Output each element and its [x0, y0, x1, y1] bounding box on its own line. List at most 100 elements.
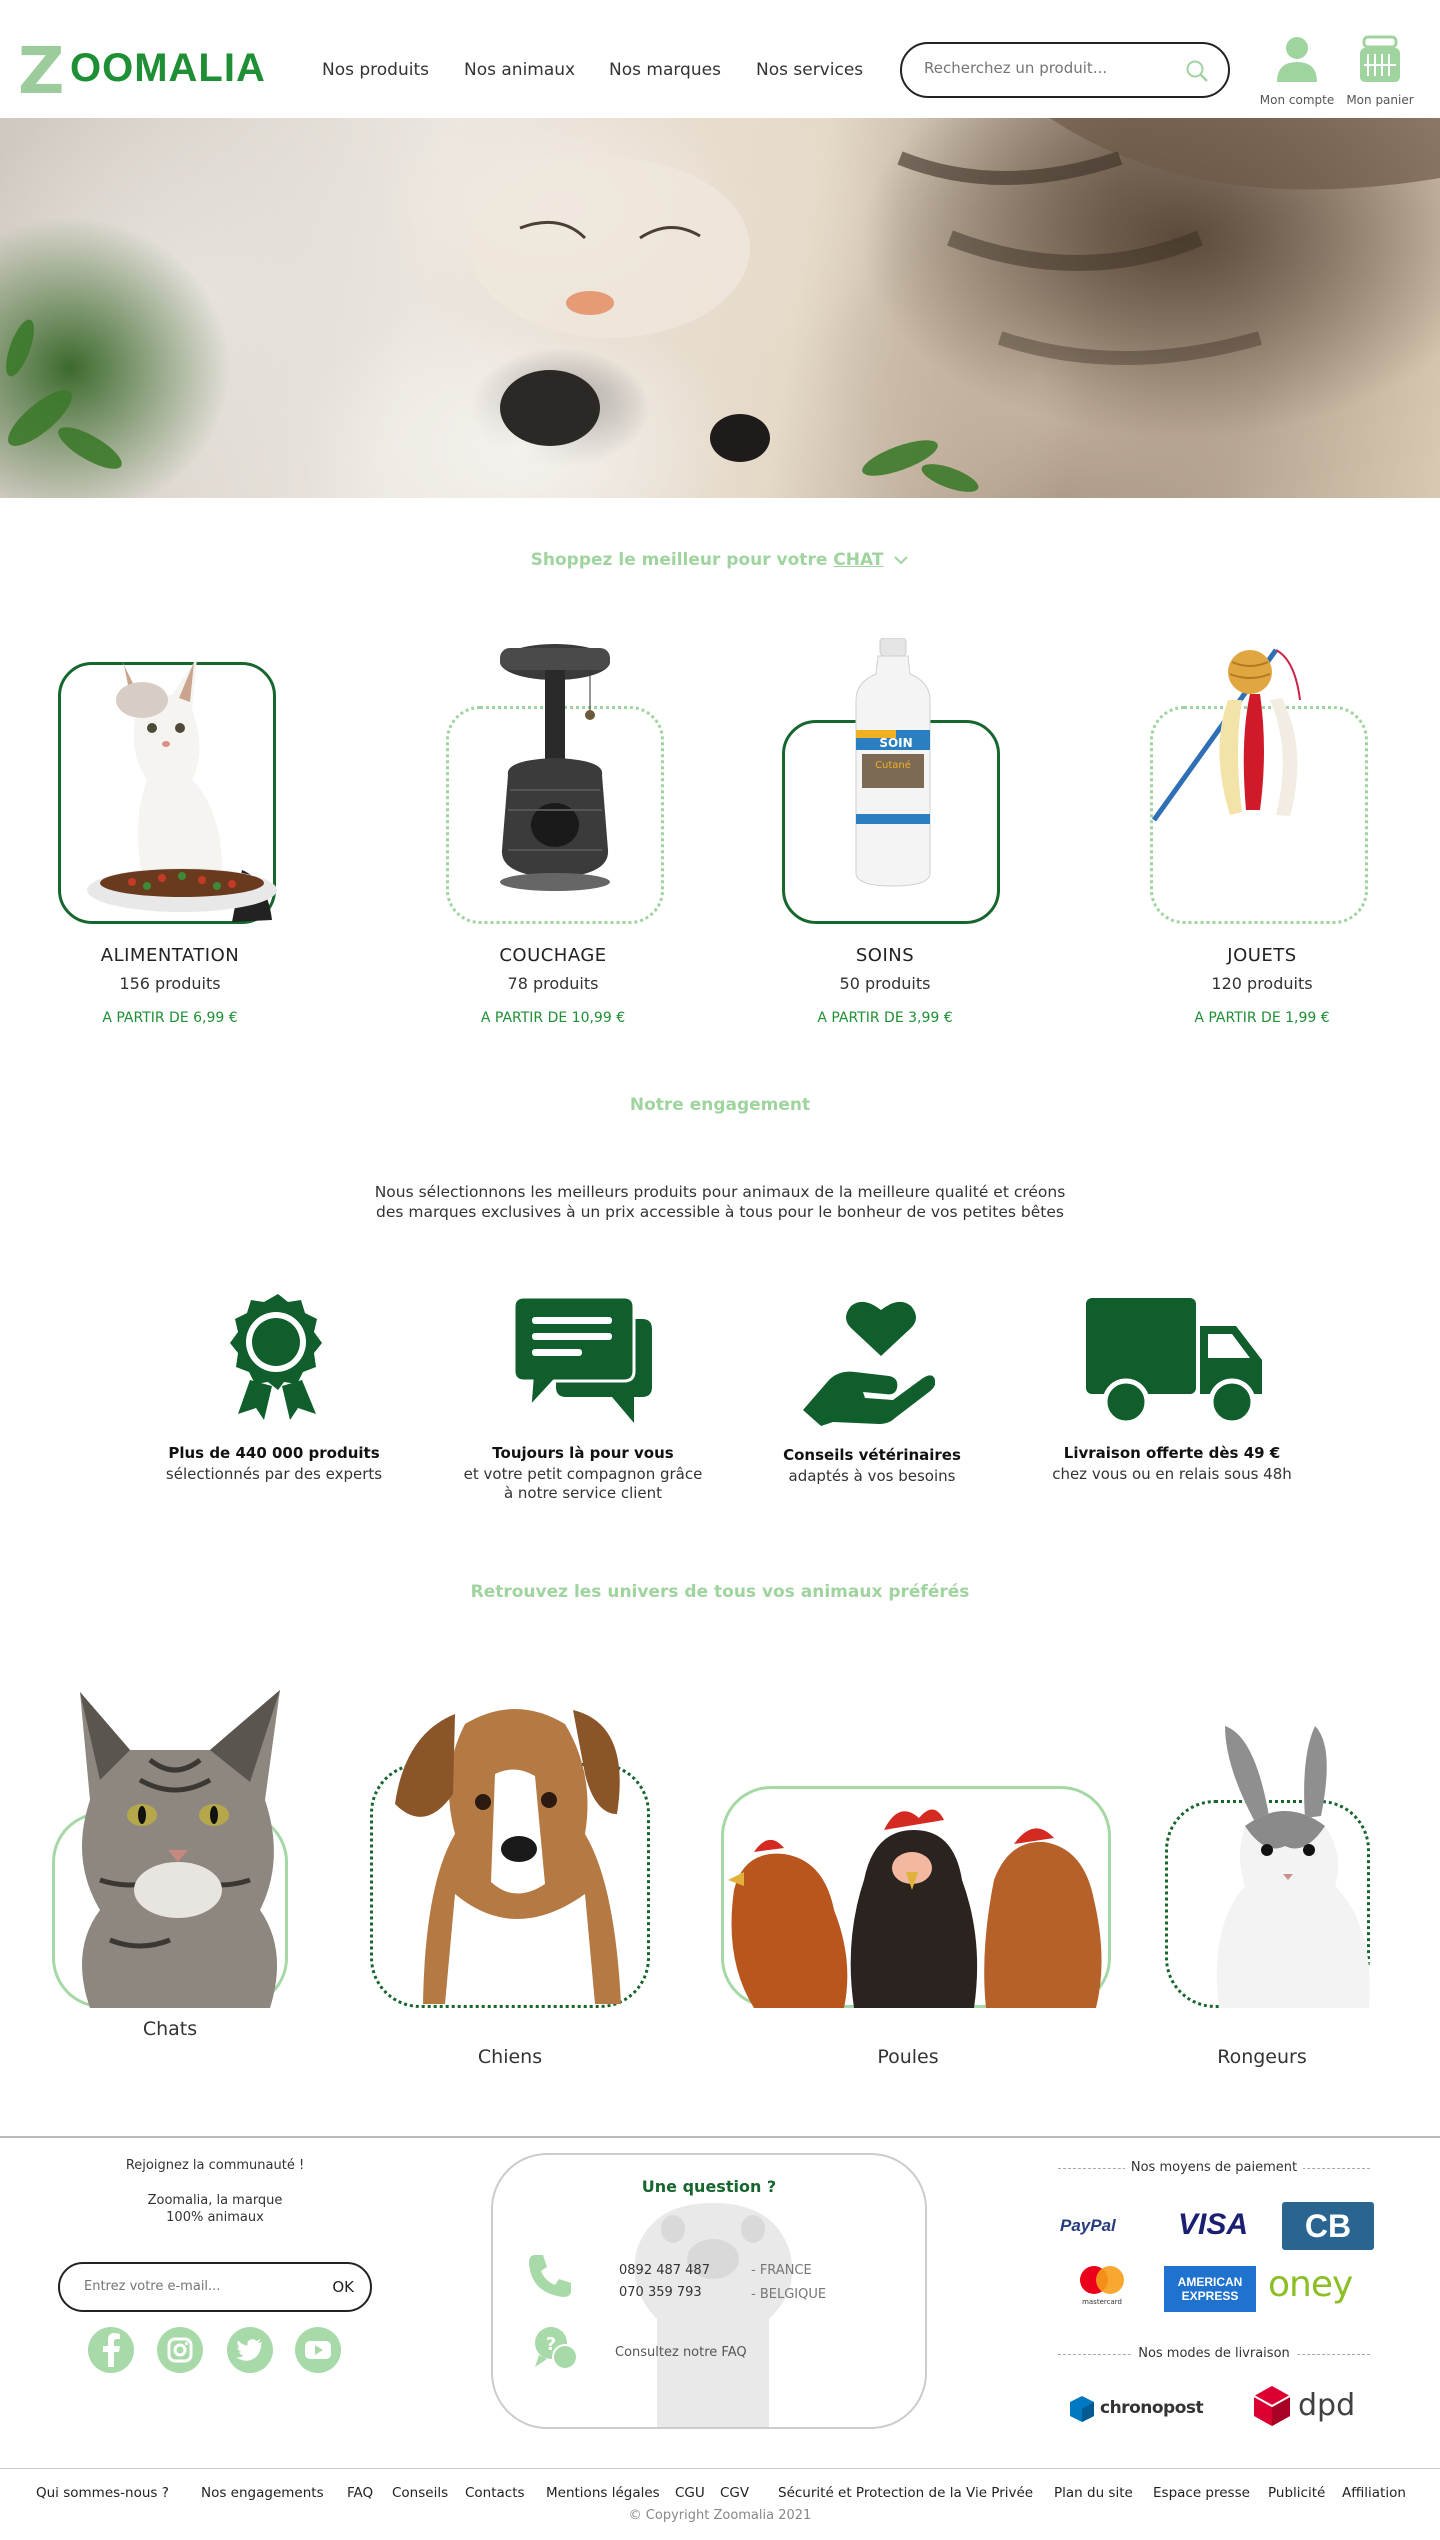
- kitten-image[interactable]: [82, 640, 282, 925]
- phone-belgium[interactable]: 070 359 793: [619, 2285, 702, 2300]
- footer-link-commitments[interactable]: Nos engagements: [201, 2485, 324, 2501]
- footer-link-press[interactable]: Espace presse: [1153, 2485, 1250, 2501]
- footer-link-cgv[interactable]: CGV: [720, 2485, 749, 2501]
- oney-logo: oney: [1268, 2264, 1353, 2305]
- category-price: A PARTIR DE 10,99 €: [480, 1010, 626, 1026]
- dpd-logo: dpd: [1298, 2388, 1356, 2423]
- feature-subtitle: chez vous ou en relais sous 48h: [1052, 1465, 1292, 1483]
- nav-animals[interactable]: Nos animaux: [464, 60, 575, 80]
- youtube-icon[interactable]: [295, 2327, 341, 2373]
- facebook-icon[interactable]: [88, 2327, 134, 2373]
- basket-icon: [1360, 35, 1400, 82]
- twitter-glyph: [236, 2339, 262, 2361]
- phone-france[interactable]: 0892 487 487: [619, 2263, 710, 2278]
- footer-link-privacy[interactable]: Sécurité et Protection de la Vie Privée: [778, 2485, 1033, 2501]
- category-name-alimentation[interactable]: ALIMENTATION: [20, 945, 320, 966]
- nav-brands[interactable]: Nos marques: [609, 60, 721, 80]
- cart-label: Mon panier: [1346, 93, 1414, 107]
- cat-image[interactable]: [60, 1690, 290, 2008]
- footer-link-cgu[interactable]: CGU: [675, 2485, 705, 2501]
- twitter-icon[interactable]: [227, 2327, 273, 2373]
- feature-subtitle: et votre petit compagnon grâce: [463, 1465, 703, 1483]
- universes-title: Retrouvez les univers de tous vos animau…: [470, 1582, 970, 1602]
- faq-chat-icon[interactable]: ?: [531, 2325, 579, 2373]
- hero-cat-dog-image: [6, 118, 1440, 492]
- cb-logo: CB: [1282, 2202, 1374, 2250]
- chat-icon: [514, 1297, 652, 1423]
- award-icon: [230, 1294, 322, 1420]
- phone-icon[interactable]: [525, 2251, 575, 2301]
- hens-image[interactable]: [724, 1790, 1110, 2008]
- paw-cat-illustration: [634, 2203, 793, 2427]
- instagram-glyph: [167, 2337, 193, 2363]
- chronopost-logo: chronopost: [1100, 2398, 1204, 2418]
- animal-label-rodents[interactable]: Rongeurs: [1142, 2046, 1382, 2068]
- feature-subtitle: à notre service client: [503, 1484, 663, 1502]
- zoomalia-logo[interactable]: Z OOMALIA: [18, 40, 278, 106]
- dog-image[interactable]: [395, 1684, 645, 2008]
- delivery-title: Nos modes de livraison: [1058, 2346, 1370, 2361]
- footer-link-advertising[interactable]: Publicité: [1268, 2485, 1325, 2501]
- footer-link-affiliation[interactable]: Affiliation: [1342, 2485, 1406, 2501]
- nav-services[interactable]: Nos services: [756, 60, 863, 80]
- brand-tagline: 100% animaux: [166, 2210, 264, 2225]
- copyright: © Copyright Zoomalia 2021: [628, 2508, 812, 2523]
- country-france: - FRANCE: [751, 2263, 812, 2278]
- feature-title: Livraison offerte dès 49 €: [1063, 1444, 1281, 1462]
- faq-link[interactable]: Consultez notre FAQ: [615, 2345, 747, 2360]
- footer-link-legal[interactable]: Mentions légales: [546, 2485, 660, 2501]
- nav-products[interactable]: Nos produits: [322, 60, 429, 80]
- cart-button[interactable]: Mon panier: [1340, 34, 1420, 107]
- truck-icon: [1086, 1298, 1262, 1426]
- rabbit-image[interactable]: [1205, 1726, 1380, 2008]
- category-name-jouets[interactable]: JOUETS: [1112, 945, 1412, 966]
- engagement-text: Nous sélectionnons les meilleurs produit…: [300, 1182, 1140, 1222]
- country-belgium: - BELGIQUE: [751, 2287, 827, 2302]
- account-button[interactable]: Mon compte: [1257, 34, 1337, 107]
- question-title: Une question ?: [641, 2177, 777, 2196]
- category-price: A PARTIR DE 3,99 €: [817, 1010, 953, 1026]
- newsletter-ok-button[interactable]: OK: [332, 2278, 354, 2296]
- chevron-down-icon: [894, 556, 909, 565]
- heart-hand-icon: [803, 1301, 935, 1426]
- cb-logo-text: CB: [1304, 2208, 1352, 2244]
- cat-tree-image[interactable]: [490, 640, 620, 895]
- care-bottle-image[interactable]: SOIN Cutané: [852, 638, 934, 888]
- category-price: A PARTIR DE 6,99 €: [102, 1010, 238, 1026]
- mastercard-logo: mastercard: [1082, 2298, 1122, 2306]
- feature-subtitle: adaptés à vos besoins: [788, 1467, 956, 1485]
- shop-animal-select[interactable]: CHAT: [833, 550, 883, 570]
- instagram-icon[interactable]: [157, 2327, 203, 2373]
- search-input[interactable]: [924, 59, 1184, 77]
- search-icon[interactable]: [1184, 58, 1210, 84]
- animal-label-dogs[interactable]: Chiens: [390, 2046, 630, 2068]
- product-label: SOIN: [879, 736, 912, 750]
- feature-title: Plus de 440 000 produits: [168, 1444, 380, 1462]
- category-name-couchage[interactable]: COUCHAGE: [403, 945, 703, 966]
- category-count: 78 produits: [507, 974, 599, 993]
- category-price: A PARTIR DE 1,99 €: [1194, 1010, 1330, 1026]
- category-name-soins[interactable]: SOINS: [735, 945, 1035, 966]
- animal-label-cats[interactable]: Chats: [50, 2018, 290, 2040]
- feature-title: Conseils vétérinaires: [783, 1446, 961, 1464]
- shop-title[interactable]: Shoppez le meilleur pour votre CHAT: [0, 550, 1440, 570]
- footer-link-advice[interactable]: Conseils: [392, 2485, 448, 2501]
- search-bar: [900, 42, 1230, 98]
- animal-label-hens[interactable]: Poules: [788, 2046, 1028, 2068]
- category-count: 120 produits: [1211, 974, 1313, 993]
- user-icon: [1277, 37, 1317, 82]
- payment-title-text: Nos moyens de paiement: [1124, 2160, 1304, 2175]
- footer-link-contacts[interactable]: Contacts: [465, 2485, 525, 2501]
- contact-box: Une question ? 0892 487 487 - FRANCE 070…: [491, 2153, 927, 2429]
- toy-wand-image[interactable]: [1150, 640, 1340, 840]
- footer-link-sitemap[interactable]: Plan du site: [1054, 2485, 1133, 2501]
- site-header: Z OOMALIA Nos produits Nos animaux Nos m…: [0, 0, 1440, 118]
- footer-link-about[interactable]: Qui sommes-nous ?: [36, 2485, 169, 2501]
- account-label: Mon compte: [1259, 93, 1335, 107]
- footer-divider: [0, 2136, 1440, 2138]
- newsletter-form: OK: [58, 2262, 372, 2312]
- paypal-logo: PayPal: [1060, 2216, 1116, 2235]
- email-field[interactable]: [84, 2279, 304, 2294]
- footer-link-faq[interactable]: FAQ: [347, 2485, 373, 2501]
- feature-subtitle: sélectionnés par des experts: [165, 1465, 383, 1483]
